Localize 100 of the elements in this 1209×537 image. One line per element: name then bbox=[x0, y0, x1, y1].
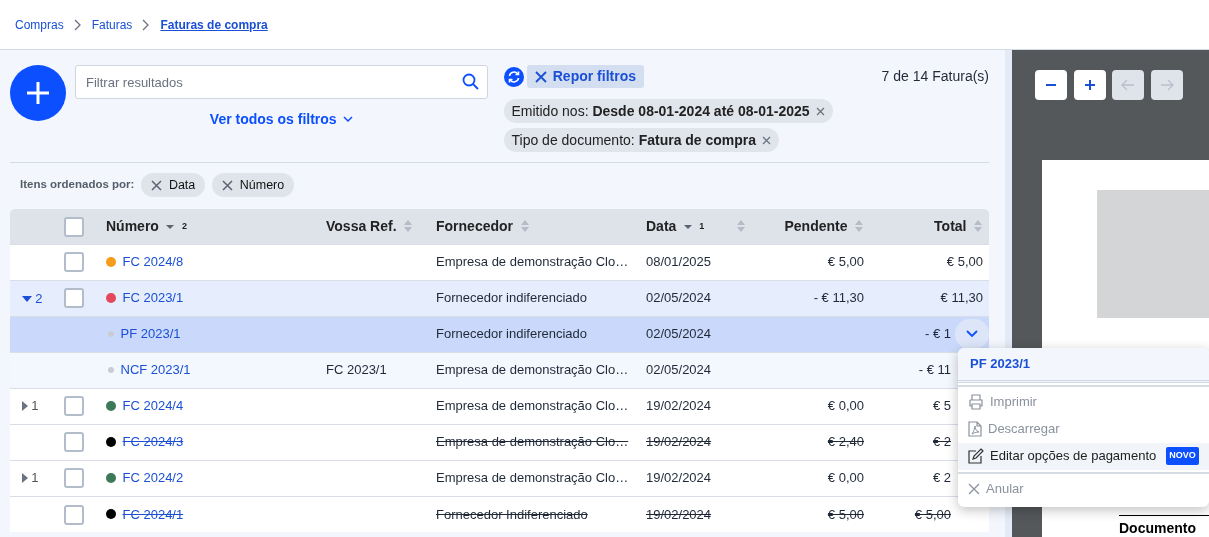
row-checkbox[interactable] bbox=[64, 468, 84, 489]
bullet-dot bbox=[108, 367, 114, 373]
filter-label: Tipo de documento: Fatura de compra bbox=[511, 130, 757, 150]
table-cell: 19/02/2024 bbox=[646, 434, 712, 450]
table-cell: € 5,00 bbox=[827, 506, 864, 522]
chevron-right-icon bbox=[142, 18, 151, 31]
plus-icon bbox=[1082, 78, 1097, 92]
viewer-button[interactable] bbox=[1035, 70, 1067, 100]
search-icon[interactable] bbox=[462, 73, 479, 90]
close-icon[interactable] bbox=[762, 135, 772, 145]
table-cell: 08/01/2025 bbox=[646, 254, 712, 270]
invoice-link[interactable]: FC 2024/4 bbox=[122, 396, 184, 416]
expand-toggle[interactable]: 2 bbox=[22, 288, 43, 309]
all-filters-link[interactable]: Ver todos os filtros bbox=[209, 109, 354, 130]
arrow-right-icon bbox=[1159, 78, 1174, 92]
bullet-dot bbox=[108, 331, 114, 337]
table-cell: € 5,00 bbox=[827, 254, 864, 270]
arrow-left-icon bbox=[1121, 78, 1135, 92]
table-cell: € 11,30 bbox=[940, 290, 983, 306]
pdf-file-icon bbox=[968, 421, 982, 437]
menu-item[interactable]: Editar opções de pagamento NOVO bbox=[958, 442, 1209, 470]
table-cell: Empresa de demonstração Clo… bbox=[436, 470, 629, 486]
invoice-link[interactable]: FC 2024/2 bbox=[122, 468, 184, 488]
close-icon[interactable] bbox=[534, 70, 547, 83]
table-cell: 19/02/2024 bbox=[646, 470, 712, 486]
new-badge: NOVO bbox=[1166, 447, 1199, 465]
refresh-icon[interactable] bbox=[503, 66, 524, 87]
close-icon bbox=[968, 483, 980, 495]
table-cell: - € 11 bbox=[918, 362, 951, 378]
add-button[interactable] bbox=[10, 65, 66, 121]
table-cell: Empresa de demonstração Clo… bbox=[436, 434, 629, 450]
sort-descending-icon[interactable] bbox=[165, 222, 176, 231]
viewer-button[interactable] bbox=[1073, 70, 1106, 100]
close-icon[interactable] bbox=[815, 106, 825, 116]
table-cell: 19/02/2024 bbox=[646, 398, 712, 414]
table-cell: - € 11,30 bbox=[813, 290, 864, 306]
chevron-down-icon bbox=[343, 116, 354, 123]
child-count: 1 bbox=[31, 468, 39, 487]
row-checkbox[interactable] bbox=[64, 252, 84, 273]
sort-label: Itens ordenados por: bbox=[20, 177, 135, 193]
column-header[interactable]: Data bbox=[646, 215, 677, 237]
chevron-right-icon bbox=[73, 18, 82, 31]
table-cell: Fornecedor indiferenciado bbox=[436, 290, 588, 306]
table-cell: FC 2023/1 bbox=[326, 362, 387, 378]
breadcrumb-link[interactable]: Compras bbox=[15, 15, 64, 34]
row-checkbox[interactable] bbox=[64, 288, 84, 309]
invoice-link[interactable]: FC 2023/1 bbox=[122, 288, 184, 308]
table-cell: € 2 bbox=[932, 470, 951, 486]
sort-chip[interactable]: Número bbox=[211, 173, 295, 197]
plus-icon bbox=[25, 80, 51, 106]
table-cell: - € 1 bbox=[925, 326, 951, 341]
expand-toggle[interactable]: 1 bbox=[22, 467, 39, 488]
table-cell: € 0,00 bbox=[827, 398, 864, 414]
invoice-link[interactable]: FC 2024/1 bbox=[122, 504, 184, 524]
table-cell: € 2 bbox=[932, 434, 951, 450]
table-cell: € 2,40 bbox=[827, 434, 864, 450]
sort-descending-icon[interactable] bbox=[682, 222, 693, 231]
row-checkbox[interactable] bbox=[64, 396, 84, 417]
table-cell: € 5 bbox=[932, 398, 951, 414]
child-count: 1 bbox=[31, 396, 39, 415]
select-all-checkbox[interactable] bbox=[64, 216, 84, 237]
breadcrumb-link[interactable]: Faturas bbox=[91, 15, 133, 34]
chevron-down-icon bbox=[966, 330, 978, 338]
invoice-link[interactable]: PF 2023/1 bbox=[120, 324, 181, 344]
filter-label: Emitido nos: Desde 08-01-2024 até 08-01-2025 bbox=[511, 101, 810, 121]
table-cell: Empresa de demonstração Clo… bbox=[436, 362, 629, 378]
sort-chip[interactable]: Data bbox=[140, 173, 206, 197]
table-cell: € 5,00 bbox=[946, 254, 983, 270]
table-cell: 02/05/2024 bbox=[646, 290, 712, 306]
expand-toggle[interactable]: 1 bbox=[22, 395, 39, 416]
table-cell: 02/05/2024 bbox=[646, 326, 712, 342]
edit-icon bbox=[968, 448, 984, 464]
row-checkbox[interactable] bbox=[64, 432, 84, 453]
column-header[interactable]: Total bbox=[934, 215, 967, 237]
table-cell: Empresa de demonstração Clo… bbox=[436, 254, 629, 270]
table-cell: € 0,00 bbox=[827, 470, 864, 486]
invoice-link[interactable]: NCF 2023/1 bbox=[120, 360, 191, 380]
invoice-link[interactable]: FC 2024/3 bbox=[122, 432, 184, 452]
table-cell: 02/05/2024 bbox=[646, 362, 712, 378]
row-actions-button[interactable] bbox=[955, 319, 989, 349]
sort-rank: 2 bbox=[181, 219, 187, 233]
reset-filters-button[interactable]: Repor filtros bbox=[526, 65, 644, 88]
child-count: 2 bbox=[35, 289, 43, 308]
table-cell: Fornecedor Indiferenciado bbox=[436, 506, 588, 522]
row-checkbox[interactable] bbox=[64, 504, 84, 525]
close-icon[interactable] bbox=[221, 179, 233, 191]
invoice-link[interactable]: FC 2024/8 bbox=[122, 252, 184, 272]
breadcrumb-link[interactable]: Faturas de compra bbox=[160, 15, 268, 34]
table-cell: Empresa de demonstração Clo… bbox=[436, 398, 629, 414]
table-cell: Fornecedor indiferenciado bbox=[436, 326, 588, 342]
menu-title: PF 2023/1 bbox=[958, 348, 1209, 383]
search-field[interactable]: Filtrar resultados bbox=[75, 65, 488, 99]
close-icon[interactable] bbox=[150, 179, 162, 191]
document-heading: Documento bbox=[1119, 515, 1209, 537]
column-header[interactable]: Número bbox=[106, 215, 159, 237]
result-count: 7 de 14 Fatura(s) bbox=[881, 67, 989, 86]
printer-icon bbox=[968, 394, 984, 410]
table-cell: € 5,00 bbox=[914, 506, 951, 522]
sort-rank: 1 bbox=[699, 219, 705, 233]
table-cell: 19/02/2024 bbox=[646, 506, 712, 522]
